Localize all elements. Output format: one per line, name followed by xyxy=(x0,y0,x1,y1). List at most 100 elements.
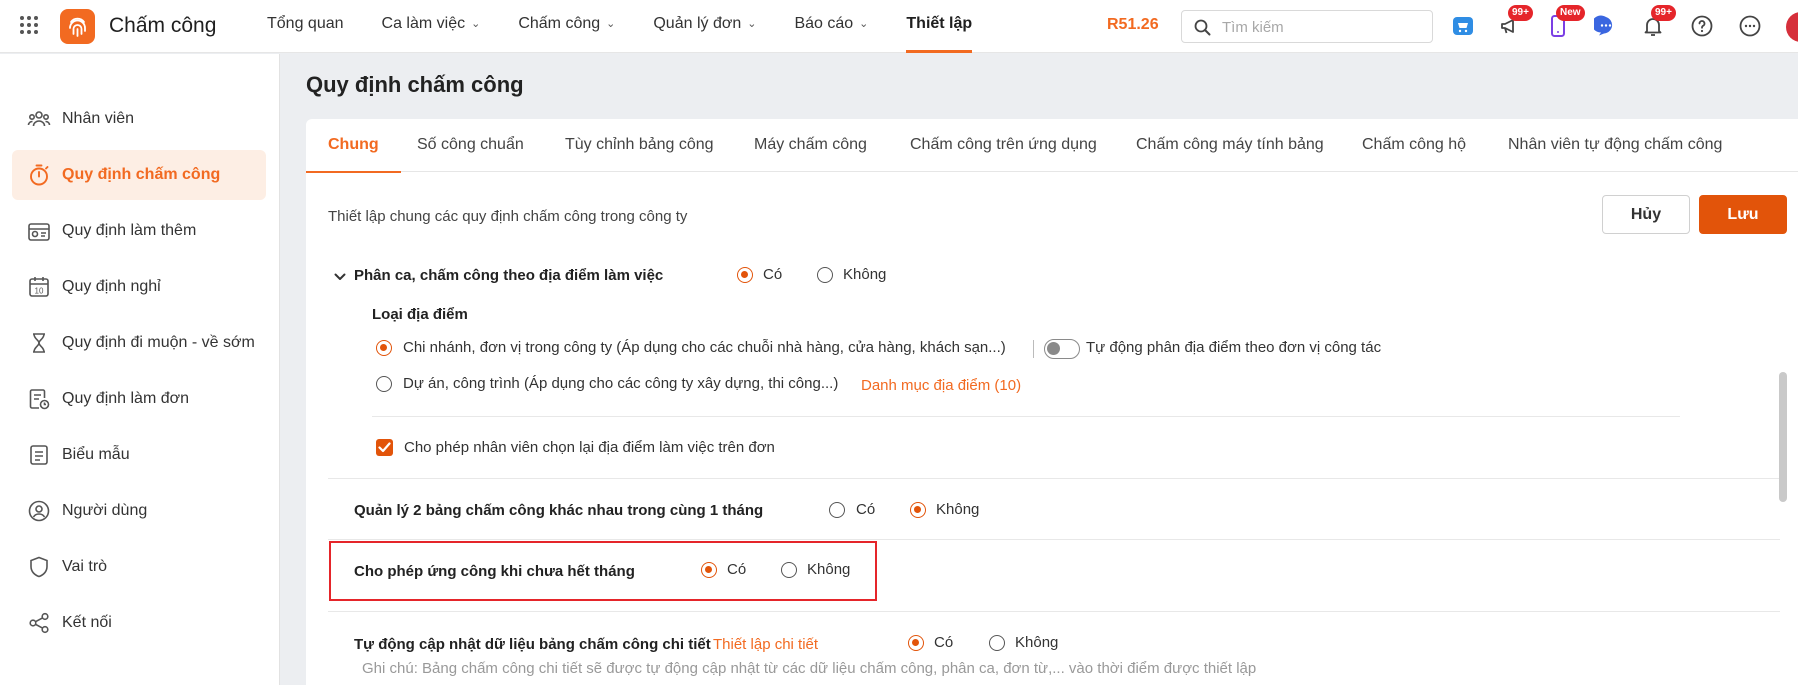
location-type-label: Loại địa điểm xyxy=(372,306,468,323)
sidebar-item-label: Quy định chấm công xyxy=(62,166,221,183)
two-timesheets-no-radio[interactable] xyxy=(910,502,926,518)
nav-attendance[interactable]: Chấm công ⌄ xyxy=(518,0,615,53)
sidebar-item-label: Người dùng xyxy=(62,502,148,519)
yes-label: Có xyxy=(934,634,954,651)
sidebar-item-label: Biểu mẫu xyxy=(62,446,130,463)
nav-requests[interactable]: Quản lý đơn ⌄ xyxy=(653,0,756,53)
location-shift-no-radio[interactable] xyxy=(817,267,833,283)
location-shift-yes-radio[interactable] xyxy=(737,267,753,283)
user-icon xyxy=(26,498,52,524)
shield-icon xyxy=(26,554,52,580)
sidebar-item-overtime-rules[interactable]: Quy định làm thêm xyxy=(12,206,266,256)
chevron-down-icon: ⌄ xyxy=(606,18,616,30)
tab-bar: Chung Số công chuẩn Tùy chỉnh bảng công … xyxy=(306,119,1798,173)
page-description: Thiết lập chung các quy định chấm công t… xyxy=(328,208,688,225)
auto-assign-toggle[interactable] xyxy=(1044,339,1080,359)
nav-overview[interactable]: Tổng quan xyxy=(267,0,344,53)
tab-proxy-attendance[interactable]: Chấm công hộ xyxy=(1362,119,1466,172)
project-option-radio[interactable] xyxy=(376,376,392,392)
advance-no-radio[interactable] xyxy=(781,562,797,578)
top-bar: Chấm công Tổng quan Ca làm việc ⌄ Chấm cô… xyxy=(0,0,1798,53)
allow-reselect-label: Cho phép nhân viên chọn lại địa điểm làm… xyxy=(404,439,775,456)
tab-auto-attendance[interactable]: Nhân viên tự động chấm công xyxy=(1508,119,1722,172)
tab-app-attendance[interactable]: Chấm công trên ứng dụng xyxy=(910,119,1097,172)
bell-icon[interactable]: 99+ xyxy=(1641,5,1676,38)
chevron-down-icon: ⌄ xyxy=(471,18,481,30)
divider xyxy=(372,416,1680,417)
page-title: Quy định chấm công xyxy=(306,72,524,97)
sidebar: Nhân viên Quy định chấm công Quy định là… xyxy=(0,54,280,685)
hourglass-icon xyxy=(26,330,52,356)
fingerprint-logo-icon xyxy=(60,9,95,44)
nav-reports[interactable]: Báo cáo ⌄ xyxy=(794,0,868,53)
phone-new-icon[interactable]: New xyxy=(1546,5,1585,38)
location-list-link[interactable]: Danh mục địa điểm (10) xyxy=(861,377,1021,394)
advance-yes-radio[interactable] xyxy=(701,562,717,578)
sidebar-item-users[interactable]: Người dùng xyxy=(12,486,266,536)
sidebar-item-connections[interactable]: Kết nối xyxy=(12,598,266,648)
tab-attendance-machine[interactable]: Máy chấm công xyxy=(754,119,867,172)
share-icon xyxy=(26,610,52,636)
new-badge: New xyxy=(1556,5,1585,21)
sidebar-item-employees[interactable]: Nhân viên xyxy=(12,94,266,144)
app-name: Chấm công xyxy=(109,14,217,37)
sidebar-item-attendance-rules[interactable]: Quy định chấm công xyxy=(12,150,266,200)
search-box[interactable] xyxy=(1181,10,1433,43)
search-input[interactable] xyxy=(1222,17,1422,37)
sidebar-item-request-rules[interactable]: Quy định làm đơn xyxy=(12,374,266,424)
more-icon[interactable] xyxy=(1738,14,1762,38)
timer-icon xyxy=(26,162,52,188)
location-shift-label: Phân ca, chấm công theo địa điểm làm việ… xyxy=(354,267,664,284)
sidebar-item-label: Nhân viên xyxy=(62,110,135,127)
search-icon xyxy=(1194,19,1211,36)
sidebar-item-label: Quy định làm đơn xyxy=(62,390,189,407)
tab-custom-timesheet[interactable]: Tùy chỉnh bảng công xyxy=(565,119,714,172)
cart-icon[interactable] xyxy=(1451,14,1475,38)
balance: R51.26 xyxy=(1107,16,1159,33)
sidebar-item-label: Quy định làm thêm xyxy=(62,222,197,239)
apps-grid-icon[interactable] xyxy=(20,16,40,36)
no-label: Không xyxy=(1015,634,1059,651)
tab-tablet-attendance[interactable]: Chấm công máy tính bảng xyxy=(1136,119,1324,172)
separator xyxy=(1033,340,1034,358)
chevron-down-icon[interactable] xyxy=(333,270,347,284)
yes-label: Có xyxy=(763,266,783,283)
divider xyxy=(328,478,1780,479)
chevron-down-icon: ⌄ xyxy=(747,18,757,30)
tab-standard-days[interactable]: Số công chuẩn xyxy=(417,119,524,172)
avatar[interactable] xyxy=(1786,12,1798,42)
branch-option-radio[interactable] xyxy=(376,340,392,356)
scrollbar[interactable] xyxy=(1779,372,1787,502)
sidebar-item-label: Vai trò xyxy=(62,558,108,575)
sidebar-item-label: Quy định đi muộn - về sớm xyxy=(62,334,255,351)
form-clock-icon xyxy=(26,386,52,412)
sidebar-item-roles[interactable]: Vai trò xyxy=(12,542,266,592)
project-option-label: Dự án, công trình (Áp dụng cho các công … xyxy=(403,375,839,392)
no-label: Không xyxy=(807,561,851,578)
sidebar-item-late-early-rules[interactable]: Quy định đi muộn - về sớm xyxy=(12,318,266,368)
no-label: Không xyxy=(843,266,887,283)
overtime-icon xyxy=(26,218,52,244)
tab-general[interactable]: Chung xyxy=(306,119,401,173)
sidebar-item-leave-rules[interactable]: 10 Quy định nghỉ xyxy=(12,262,266,312)
save-button[interactable]: Lưu xyxy=(1699,195,1787,234)
divider xyxy=(328,539,1780,540)
branch-option-label: Chi nhánh, đơn vị trong công ty (Áp dụng… xyxy=(403,339,1006,356)
notification-badge: 99+ xyxy=(1508,5,1533,21)
auto-update-no-radio[interactable] xyxy=(989,635,1005,651)
auto-update-yes-radio[interactable] xyxy=(908,635,924,651)
cancel-button[interactable]: Hủy xyxy=(1602,195,1690,234)
two-timesheets-yes-radio[interactable] xyxy=(829,502,845,518)
detail-settings-link[interactable]: Thiết lập chi tiết xyxy=(713,636,818,653)
chat-icon[interactable] xyxy=(1591,14,1618,38)
chevron-down-icon: ⌄ xyxy=(859,18,869,30)
nav-settings[interactable]: Thiết lập xyxy=(906,0,972,53)
sidebar-item-templates[interactable]: Biểu mẫu xyxy=(12,430,266,480)
help-icon[interactable] xyxy=(1690,14,1714,38)
allow-reselect-checkbox[interactable] xyxy=(376,439,393,456)
nav-shifts[interactable]: Ca làm việc ⌄ xyxy=(382,0,481,53)
auto-update-note: Ghi chú: Bảng chấm công chi tiết sẽ được… xyxy=(362,660,1257,677)
megaphone-icon[interactable]: 99+ xyxy=(1498,5,1533,38)
sidebar-item-label: Kết nối xyxy=(62,614,112,631)
auto-update-label: Tự động cập nhật dữ liệu bảng chấm công … xyxy=(354,636,711,653)
